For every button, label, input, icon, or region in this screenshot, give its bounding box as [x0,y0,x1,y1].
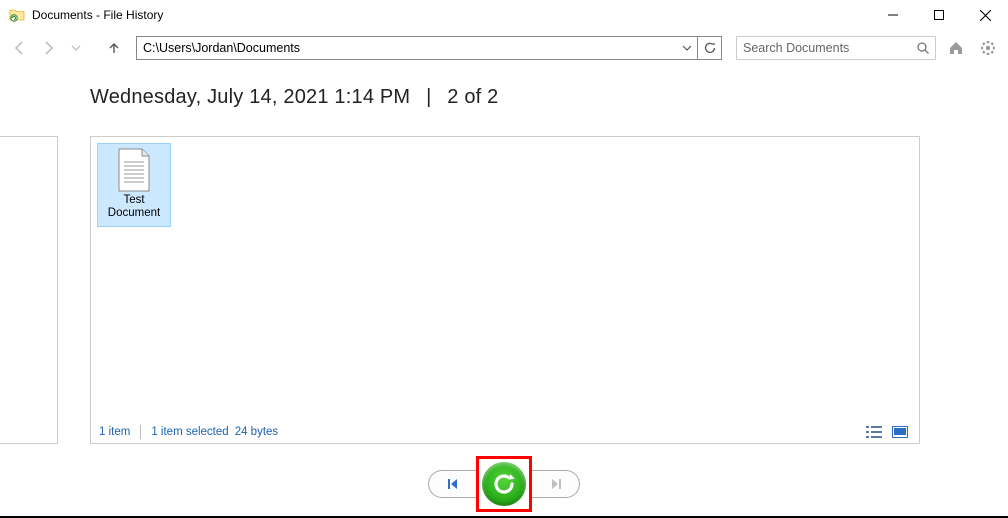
address-bar [136,36,722,60]
header-separator: | [426,86,431,108]
back-button[interactable] [8,36,32,60]
snapshot-position: 2 of 2 [447,86,498,108]
document-icon [116,148,152,192]
minimize-button[interactable] [870,0,916,30]
restore-icon [490,470,518,498]
home-button[interactable] [944,36,968,60]
history-dropdown-button[interactable] [64,36,88,60]
thumbnails-view-button[interactable] [889,423,911,441]
restore-button[interactable] [482,462,526,506]
file-item[interactable]: Test Document [97,143,171,227]
maximize-button[interactable] [916,0,962,30]
status-bar: 1 item 1 item selected 24 bytes [91,419,919,443]
refresh-button[interactable] [697,37,721,59]
prev-pane-edge [0,136,58,444]
search-box [736,36,936,60]
address-input[interactable] [137,37,677,59]
address-dropdown-button[interactable] [677,37,697,59]
history-nav-row [0,460,1008,508]
settings-button[interactable] [976,36,1000,60]
details-view-button[interactable] [863,423,885,441]
snapshot-date: Wednesday, July 14, 2021 1:14 PM [90,86,410,108]
previous-version-button[interactable] [428,470,476,498]
up-button[interactable] [102,36,126,60]
snapshot-header: Wednesday, July 14, 2021 1:14 PM | 2 of … [0,66,1008,121]
status-selection: 1 item selected [151,426,228,438]
window-title: Documents - File History [32,8,870,22]
status-size: 24 bytes [235,426,278,438]
close-button[interactable] [962,0,1008,30]
search-input[interactable] [737,37,910,59]
titlebar: Documents - File History [0,0,1008,30]
forward-button[interactable] [36,36,60,60]
file-pane: Test Document 1 item 1 item selected 24 … [90,136,920,444]
next-version-button[interactable] [532,470,580,498]
status-separator [140,425,141,439]
file-list[interactable]: Test Document [91,137,919,419]
folder-refresh-icon [8,6,26,24]
file-label: Test Document [100,194,168,220]
nav-toolbar [0,30,1008,66]
status-count: 1 item [99,426,130,438]
restore-highlight [476,456,532,512]
search-button[interactable] [910,37,935,59]
